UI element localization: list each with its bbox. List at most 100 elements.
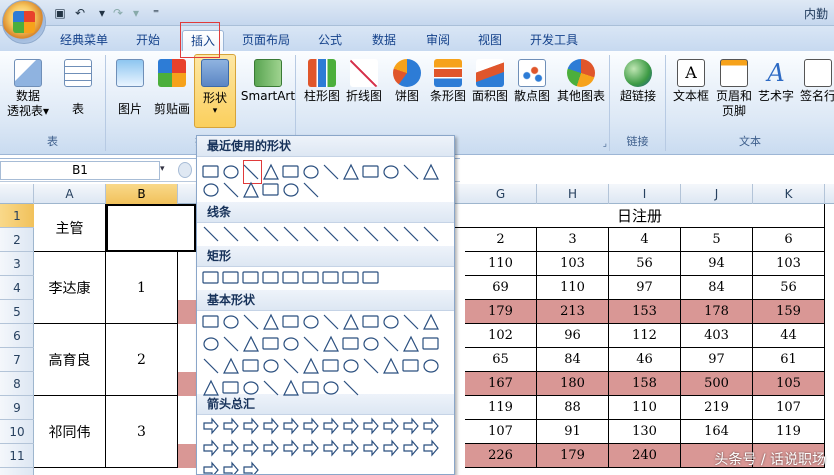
shape-line-icon[interactable] <box>403 314 419 330</box>
shape-line-icon[interactable] <box>263 380 279 396</box>
shape-arrow-icon[interactable] <box>303 439 319 457</box>
shape-arrow-icon[interactable] <box>323 417 339 435</box>
col-header-b[interactable]: B <box>106 184 178 204</box>
shape-oval-icon[interactable] <box>283 183 299 197</box>
shape-triangle-icon[interactable] <box>323 335 339 352</box>
shape-rectangle-icon[interactable] <box>262 337 279 350</box>
row-header[interactable]: 4 <box>0 276 34 300</box>
shape-rectangle-icon[interactable] <box>342 337 359 350</box>
shape-oval-icon[interactable] <box>303 165 319 179</box>
data-cell[interactable]: 107 <box>753 396 825 420</box>
shape-rectangle-icon[interactable] <box>202 315 219 328</box>
data-cell[interactable]: 44 <box>753 324 825 348</box>
name-box[interactable]: B1 <box>0 161 160 180</box>
shape-triangle-icon[interactable] <box>343 313 359 330</box>
clip-art-button[interactable]: 剪贴画 <box>150 59 194 117</box>
data-cell[interactable]: 130 <box>609 420 681 444</box>
shape-oval-icon[interactable] <box>223 315 239 329</box>
shape-line-icon[interactable] <box>203 226 219 242</box>
shape-arrow-icon[interactable] <box>203 417 219 435</box>
day-header[interactable]: 5 <box>681 228 753 252</box>
data-cell[interactable]: 180 <box>537 372 609 396</box>
shape-oval-icon[interactable] <box>263 359 279 373</box>
shape-arrow-icon[interactable] <box>203 461 219 474</box>
data-cell[interactable]: 167 <box>465 372 537 396</box>
shape-line-icon[interactable] <box>243 226 259 242</box>
data-cell[interactable]: 91 <box>537 420 609 444</box>
cell-b1-selected[interactable] <box>106 204 196 252</box>
tab-page-layout[interactable]: 页面布局 <box>234 30 298 51</box>
shape-triangle-icon[interactable] <box>283 379 299 396</box>
shape-line-icon[interactable] <box>243 314 259 330</box>
data-cell[interactable]: 46 <box>609 348 681 372</box>
data-cell[interactable]: 159 <box>753 300 825 324</box>
data-cell[interactable]: 158 <box>609 372 681 396</box>
shape-oval-icon[interactable] <box>323 381 339 395</box>
data-cell[interactable]: 105 <box>753 372 825 396</box>
shape-rectangle-icon[interactable] <box>262 183 279 196</box>
cell-number[interactable]: 2 <box>106 324 178 396</box>
shape-line-icon[interactable] <box>223 336 239 352</box>
bar-chart-button[interactable]: 条形图 <box>428 59 468 104</box>
col-header-h[interactable]: H <box>537 184 609 204</box>
shape-arrow-icon[interactable] <box>363 439 379 457</box>
col-header-i[interactable]: I <box>609 184 681 204</box>
shape-oval-icon[interactable] <box>223 165 239 179</box>
shape-line-icon[interactable] <box>243 164 259 180</box>
row-header[interactable]: 3 <box>0 252 34 276</box>
tab-review[interactable]: 审阅 <box>418 30 458 51</box>
row-header[interactable]: 11 <box>0 444 34 468</box>
day-header[interactable]: 3 <box>537 228 609 252</box>
data-cell[interactable]: 102 <box>465 324 537 348</box>
row-header[interactable]: 9 <box>0 396 34 420</box>
data-cell[interactable]: 240 <box>609 444 681 468</box>
select-all-corner[interactable] <box>0 184 34 204</box>
table-button[interactable]: 表 <box>58 59 98 117</box>
shape-triangle-icon[interactable] <box>243 181 259 198</box>
tab-classic-menu[interactable]: 经典菜单 <box>52 30 116 51</box>
redo-icon[interactable]: ↷ <box>110 5 126 21</box>
shape-arrow-icon[interactable] <box>223 439 239 457</box>
shape-line-icon[interactable] <box>323 314 339 330</box>
data-cell[interactable]: 119 <box>753 420 825 444</box>
shape-arrow-icon[interactable] <box>223 461 239 474</box>
shape-rectangle-icon[interactable] <box>362 315 379 328</box>
shape-oval-icon[interactable] <box>243 381 259 395</box>
shape-rectangle-icon[interactable] <box>202 271 219 284</box>
area-chart-button[interactable]: 面积图 <box>470 59 510 104</box>
save-icon[interactable]: ▣ <box>52 5 68 21</box>
shape-oval-icon[interactable] <box>383 165 399 179</box>
shape-oval-icon[interactable] <box>303 315 319 329</box>
row-header[interactable]: 10 <box>0 420 34 444</box>
shape-triangle-icon[interactable] <box>403 335 419 352</box>
shape-line-icon[interactable] <box>383 336 399 352</box>
row-header[interactable]: 1 <box>0 204 34 228</box>
shape-triangle-icon[interactable] <box>263 313 279 330</box>
shape-line-icon[interactable] <box>423 226 439 242</box>
shape-triangle-icon[interactable] <box>383 357 399 374</box>
shape-oval-icon[interactable] <box>423 359 439 373</box>
shape-rectangle-icon[interactable] <box>422 337 439 350</box>
line-chart-button[interactable]: 折线图 <box>344 59 384 104</box>
shapes-button[interactable]: 形状 ▾ <box>194 54 236 128</box>
shape-arrow-icon[interactable] <box>303 417 319 435</box>
data-cell[interactable]: 94 <box>681 252 753 276</box>
shape-triangle-icon[interactable] <box>423 313 439 330</box>
shape-oval-icon[interactable] <box>203 183 219 197</box>
data-cell[interactable]: 56 <box>609 252 681 276</box>
data-cell[interactable]: 97 <box>609 276 681 300</box>
data-cell[interactable]: 84 <box>537 348 609 372</box>
shape-arrow-icon[interactable] <box>223 417 239 435</box>
col-header-a[interactable]: A <box>34 184 106 204</box>
shape-rectangle-icon[interactable] <box>302 381 319 394</box>
col-header-g[interactable]: G <box>465 184 537 204</box>
textbox-button[interactable]: A 文本框 <box>670 59 712 104</box>
data-cell[interactable]: 219 <box>681 396 753 420</box>
daily-register-title[interactable]: 日注册 <box>455 204 825 228</box>
tab-developer[interactable]: 开发工具 <box>522 30 586 51</box>
shape-arrow-icon[interactable] <box>343 439 359 457</box>
cell-a1-supervisor[interactable]: 主管 <box>34 204 106 252</box>
data-cell[interactable]: 84 <box>681 276 753 300</box>
day-header[interactable]: 2 <box>465 228 537 252</box>
shape-triangle-icon[interactable] <box>243 335 259 352</box>
